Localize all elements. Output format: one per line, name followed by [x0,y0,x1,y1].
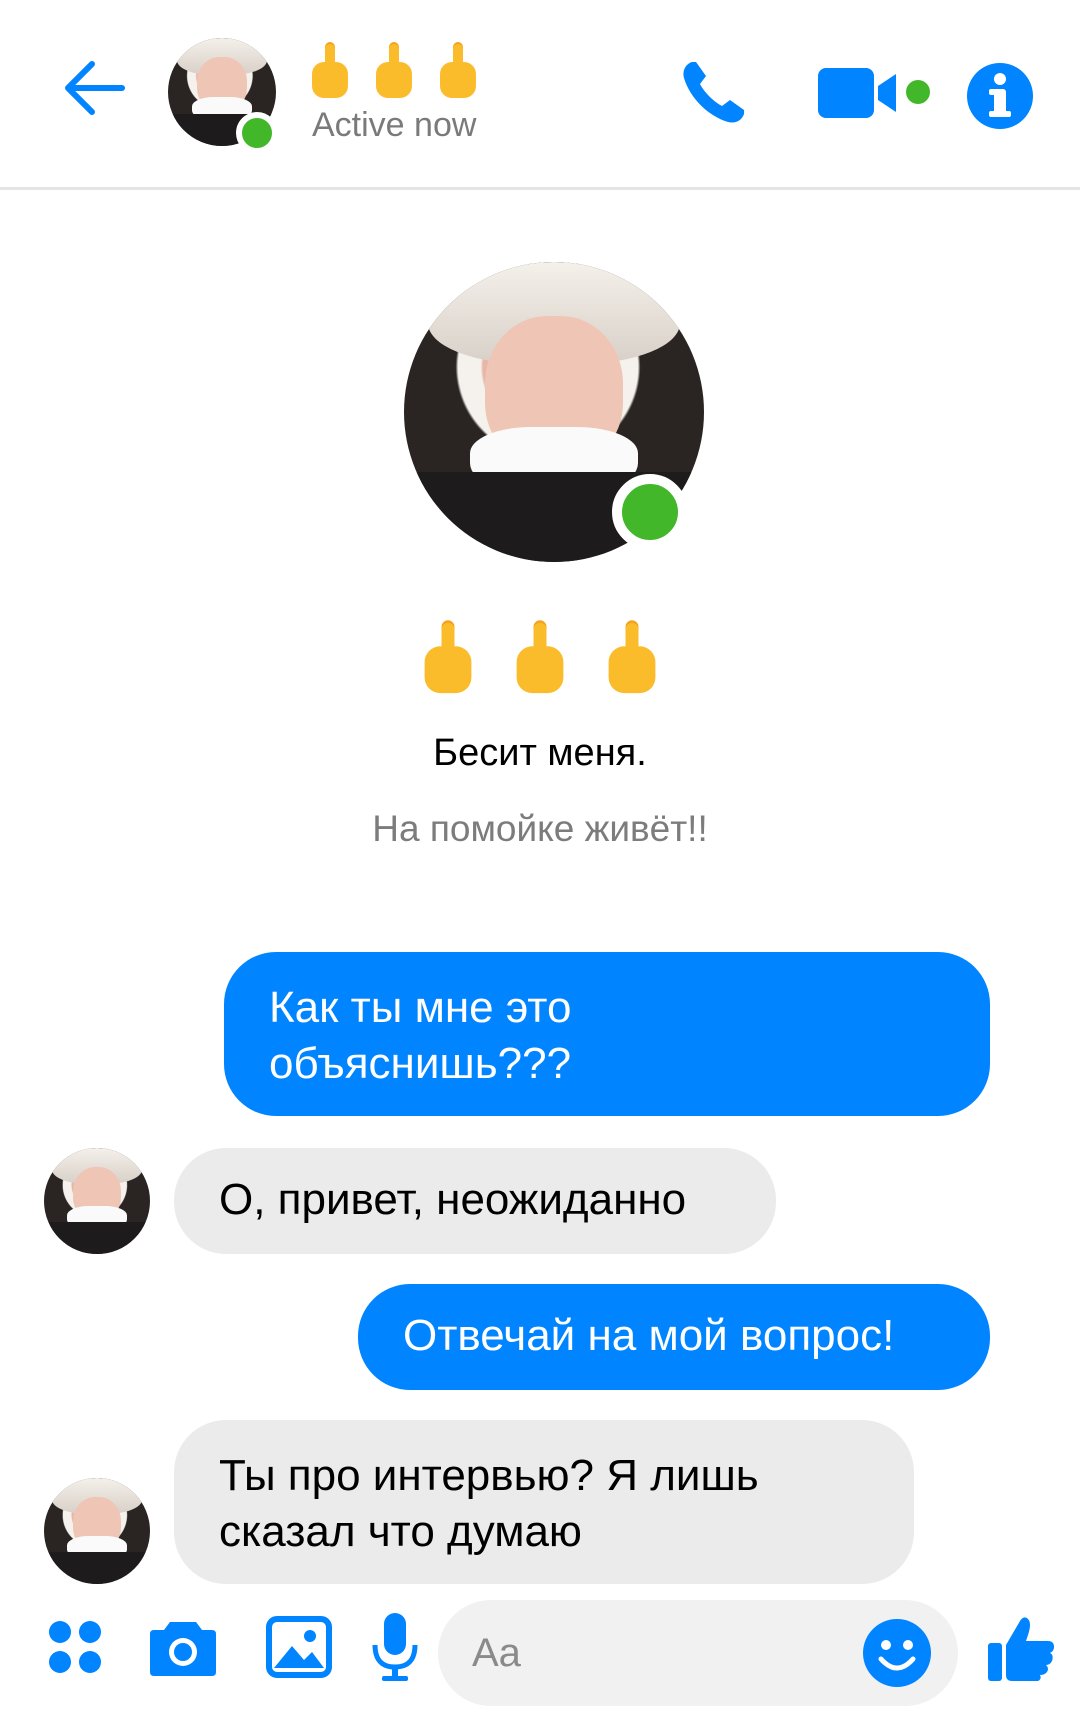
middle-finger-icon [422,618,474,703]
microphone-icon [372,1613,418,1681]
phone-icon [683,62,744,123]
back-arrow-icon [65,61,125,115]
voice-message-button[interactable] [362,1608,428,1686]
header-avatar-button[interactable] [168,38,278,154]
emoji-icon [863,1619,931,1687]
conversation-header: Active now [0,0,1080,190]
message-bubble-outgoing[interactable]: Как ты мне это объяснишь??? [224,952,990,1116]
camera-button[interactable] [146,1610,220,1684]
message-text: Как ты мне это [269,983,572,1032]
gallery-icon [266,1616,332,1678]
middle-finger-icon [310,42,350,105]
message-composer [0,1590,1080,1710]
contact-name[interactable] [310,42,478,105]
like-button[interactable] [978,1606,1064,1690]
message-input[interactable] [472,1624,852,1682]
video-camera-icon [818,68,930,118]
profile-name [0,618,1080,703]
profile-avatar[interactable] [404,262,704,562]
back-button[interactable] [58,52,130,124]
menu-dots-icon [49,1621,101,1673]
sender-avatar[interactable] [44,1478,150,1584]
middle-finger-icon [606,618,658,703]
message-input-wrapper[interactable] [438,1600,958,1706]
camera-icon [150,1622,216,1676]
message-text: объяснишь??? [269,1039,572,1088]
avatar [44,1148,150,1254]
profile-bio: На помойке живёт!! [372,808,708,849]
message-bubble-incoming[interactable]: Ты про интервью? Я лишь сказал что думаю [174,1420,914,1584]
profile-subtitle: Бесит меня. [433,732,647,774]
conversation-info-button[interactable] [960,56,1040,136]
middle-finger-icon [374,42,414,105]
middle-finger-icon [514,618,566,703]
more-actions-button[interactable] [40,1612,110,1682]
emoji-picker-button[interactable] [858,1614,936,1692]
message-text: О, привет, неожиданно [219,1175,687,1224]
active-status: Active now [312,106,477,144]
message-bubble-incoming[interactable]: О, привет, неожиданно [174,1148,776,1254]
sender-avatar[interactable] [44,1148,150,1254]
message-text: сказал что думаю [219,1507,582,1556]
online-indicator [612,474,688,550]
avatar [44,1478,150,1584]
gallery-button[interactable] [262,1610,336,1684]
middle-finger-icon [438,42,478,105]
voice-call-button[interactable] [674,52,754,132]
message-text: Ты про интервью? Я лишь [219,1451,759,1500]
online-indicator [236,112,278,154]
info-icon [967,63,1033,129]
message-bubble-outgoing[interactable]: Отвечай на мой вопрос! [358,1284,990,1390]
thumbs-up-icon [988,1617,1054,1681]
message-text: Отвечай на мой вопрос! [403,1311,895,1360]
video-call-button[interactable] [816,56,936,128]
